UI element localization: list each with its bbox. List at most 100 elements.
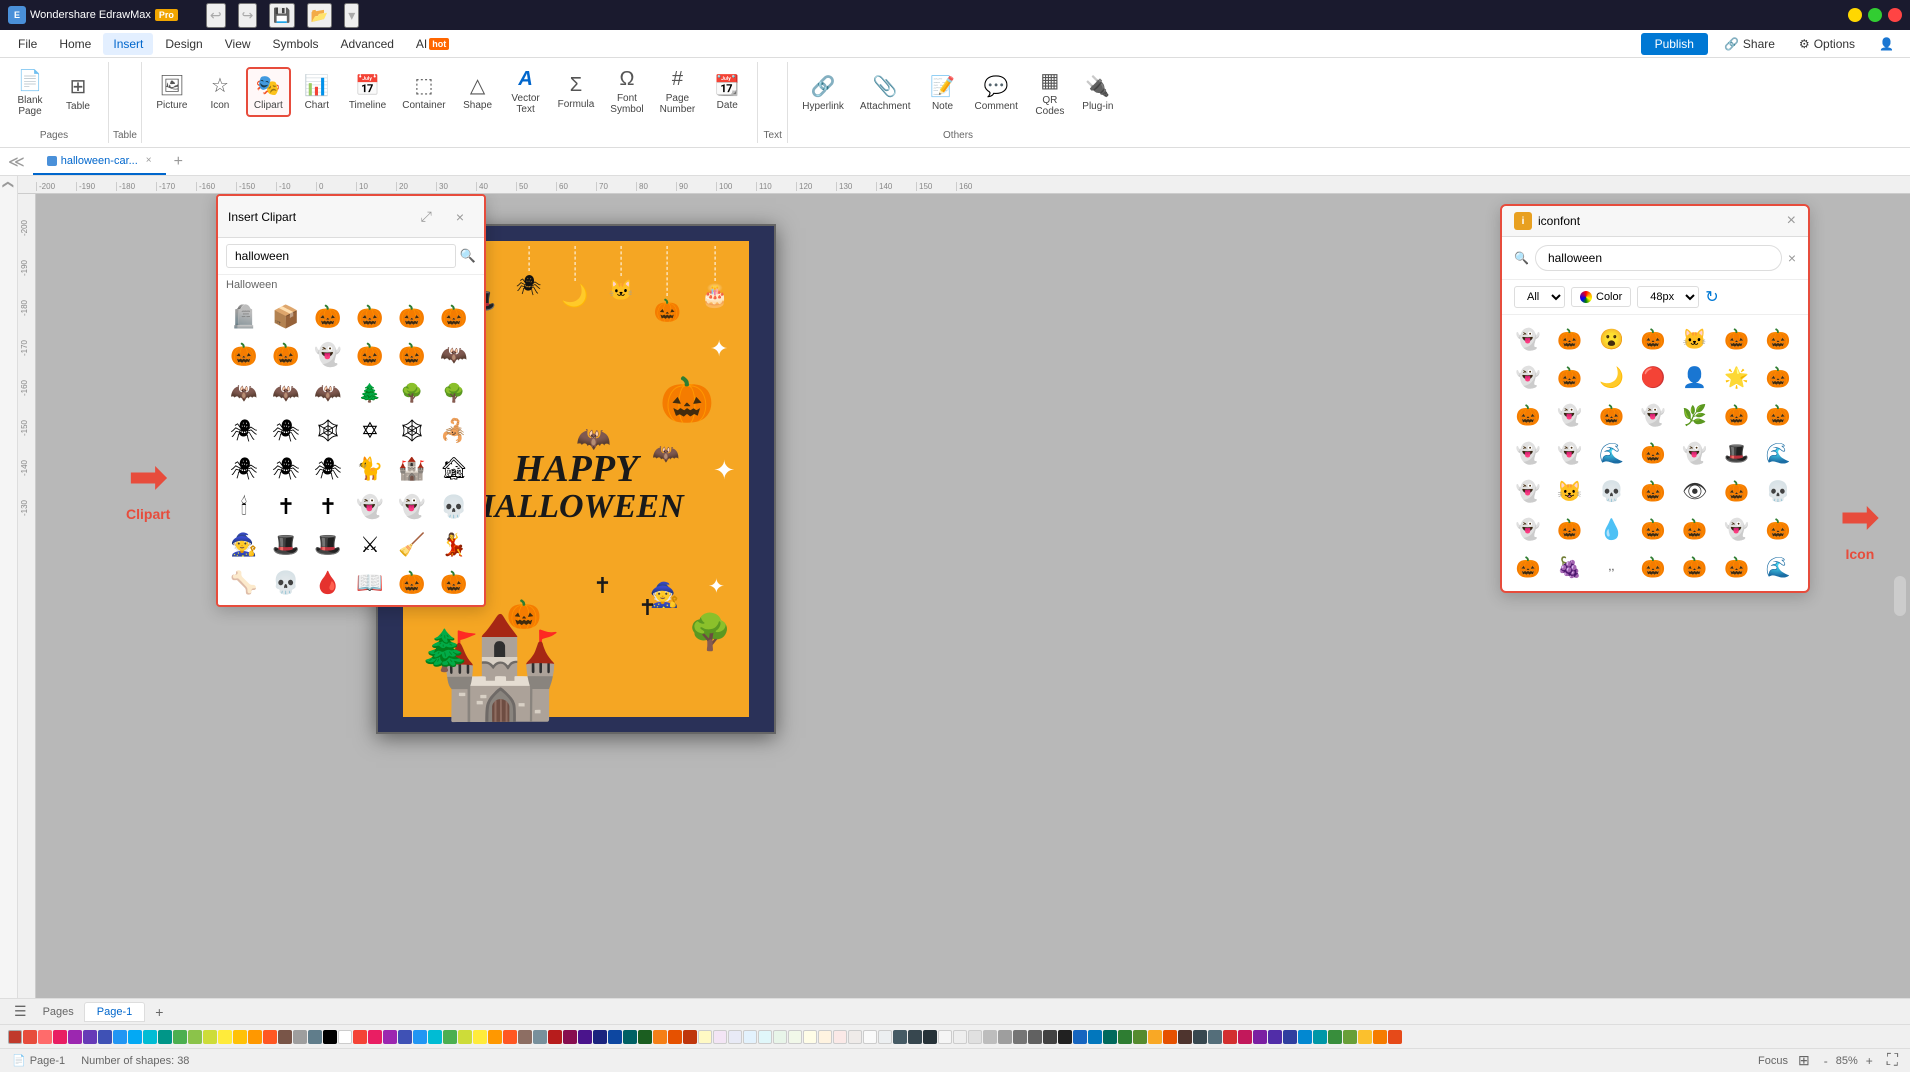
color-swatch-52[interactable] [773,1030,787,1044]
maximize-button[interactable] [1868,8,1882,22]
container-button[interactable]: ⬚ Container [396,69,451,115]
color-swatch-68[interactable] [1013,1030,1027,1044]
pages-sidebar-toggle[interactable]: ☰ [8,1001,33,1022]
color-swatch-67[interactable] [998,1030,1012,1044]
color-swatch-79[interactable] [1178,1030,1192,1044]
icon-item[interactable]: 🌿 [1677,397,1713,433]
menu-ai[interactable]: AI hot [406,33,459,55]
icon-item[interactable]: 🎃 [1510,549,1546,585]
color-swatch-62[interactable] [923,1030,937,1044]
color-swatch-17[interactable] [248,1030,262,1044]
clipart-item[interactable]: 🕸 [394,413,430,449]
color-swatch-86[interactable] [1283,1030,1297,1044]
color-swatch-88[interactable] [1313,1030,1327,1044]
icon-item[interactable]: 🎃 [1760,321,1796,357]
icon-item[interactable]: 👻 [1510,511,1546,547]
options-button[interactable]: ⚙ Options [1791,33,1863,55]
color-swatch-31[interactable] [458,1030,472,1044]
clipart-item[interactable]: 🎃 [436,299,472,335]
clipart-item[interactable]: 🦇 [436,337,472,373]
color-swatch-45[interactable] [668,1030,682,1044]
color-swatch-69[interactable] [1028,1030,1042,1044]
color-swatch-91[interactable] [1358,1030,1372,1044]
menu-insert[interactable]: Insert [103,33,153,55]
color-swatch-48[interactable] [713,1030,727,1044]
clipart-item[interactable]: 🪦 [226,299,262,335]
icon-item[interactable]: 👻 [1719,511,1755,547]
qr-codes-button[interactable]: ▦ QRCodes [1028,64,1072,121]
color-swatch-15[interactable] [218,1030,232,1044]
color-swatch-92[interactable] [1373,1030,1387,1044]
color-swatch-73[interactable] [1088,1030,1102,1044]
icon-item[interactable]: 🎃 [1719,473,1755,509]
clipart-item[interactable]: 🧹 [394,527,430,563]
date-button[interactable]: 📆 Date [705,69,749,115]
clipart-item[interactable]: 🦇 [226,375,262,411]
color-swatch-43[interactable] [638,1030,652,1044]
color-swatch-58[interactable] [863,1030,877,1044]
color-swatch-3[interactable] [38,1030,52,1044]
icon-item[interactable]: 👤 [1677,359,1713,395]
menu-view[interactable]: View [215,33,261,55]
icon-item[interactable]: 👻 [1677,435,1713,471]
icon-item[interactable]: 🎃 [1635,321,1671,357]
zoom-plus-button[interactable]: + [1862,1054,1877,1068]
color-swatch-27[interactable] [398,1030,412,1044]
color-swatch-49[interactable] [728,1030,742,1044]
clipart-item[interactable]: 🕷 [268,451,304,487]
color-swatch-65[interactable] [968,1030,982,1044]
clipart-item[interactable]: ⚔ [352,527,388,563]
color-swatch-1[interactable] [8,1030,22,1044]
clipart-item[interactable]: 🎃 [394,565,430,601]
clipart-item[interactable]: 🕷 [310,451,346,487]
color-swatch-34[interactable] [503,1030,517,1044]
clipart-item[interactable]: 🎃 [310,299,346,335]
clipart-expand-button[interactable]: ⤢ [411,202,442,231]
icon-item[interactable]: 💀 [1593,473,1629,509]
color-swatch-26[interactable] [383,1030,397,1044]
icon-item[interactable]: 💧 [1593,511,1629,547]
color-swatch-46[interactable] [683,1030,697,1044]
color-swatch-2[interactable] [23,1030,37,1044]
iconfont-clear-button[interactable]: × [1788,250,1796,266]
color-swatch-7[interactable] [98,1030,112,1044]
menu-advanced[interactable]: Advanced [331,33,404,55]
color-swatch-19[interactable] [278,1030,292,1044]
add-tab-button[interactable]: + [166,153,191,171]
color-swatch-44[interactable] [653,1030,667,1044]
icon-item[interactable]: 🎃 [1552,511,1588,547]
blank-page-button[interactable]: 📄 BlankPage [8,64,52,121]
color-swatch-57[interactable] [848,1030,862,1044]
color-swatch-85[interactable] [1268,1030,1282,1044]
icon-item[interactable]: 🌟 [1719,359,1755,395]
color-swatch-24[interactable] [353,1030,367,1044]
icon-item[interactable]: 👻 [1510,321,1546,357]
clipart-item[interactable]: 🎩 [268,527,304,563]
color-swatch-20[interactable] [293,1030,307,1044]
color-swatch-89[interactable] [1328,1030,1342,1044]
icon-item[interactable]: 🍇 [1552,549,1588,585]
clipart-item[interactable]: 🦂 [436,413,472,449]
menu-symbols[interactable]: Symbols [263,33,329,55]
clipart-item[interactable]: 🌳 [436,375,472,411]
page-tab-1[interactable]: Page-1 [84,1002,145,1022]
color-swatch-22[interactable] [323,1030,337,1044]
menu-file[interactable]: File [8,33,47,55]
icon-item[interactable]: 🎃 [1635,549,1671,585]
color-swatch-50[interactable] [743,1030,757,1044]
clipart-item[interactable]: 🏚 [436,451,472,487]
color-swatch-23[interactable] [338,1030,352,1044]
icon-button[interactable]: ☆ Icon [198,69,242,115]
color-swatch-37[interactable] [548,1030,562,1044]
color-swatch-10[interactable] [143,1030,157,1044]
icon-item[interactable]: ,, [1593,549,1629,585]
color-swatch-84[interactable] [1253,1030,1267,1044]
tab-close-button[interactable]: × [146,155,152,166]
zoom-minus-button[interactable]: - [1820,1054,1832,1068]
clipart-close-button[interactable]: × [446,202,474,231]
icon-item[interactable]: 🌊 [1760,549,1796,585]
color-swatch-30[interactable] [443,1030,457,1044]
clipart-item[interactable]: 🌲 [352,375,388,411]
color-swatch-35[interactable] [518,1030,532,1044]
share-button[interactable]: 🔗 Share [1716,33,1783,55]
